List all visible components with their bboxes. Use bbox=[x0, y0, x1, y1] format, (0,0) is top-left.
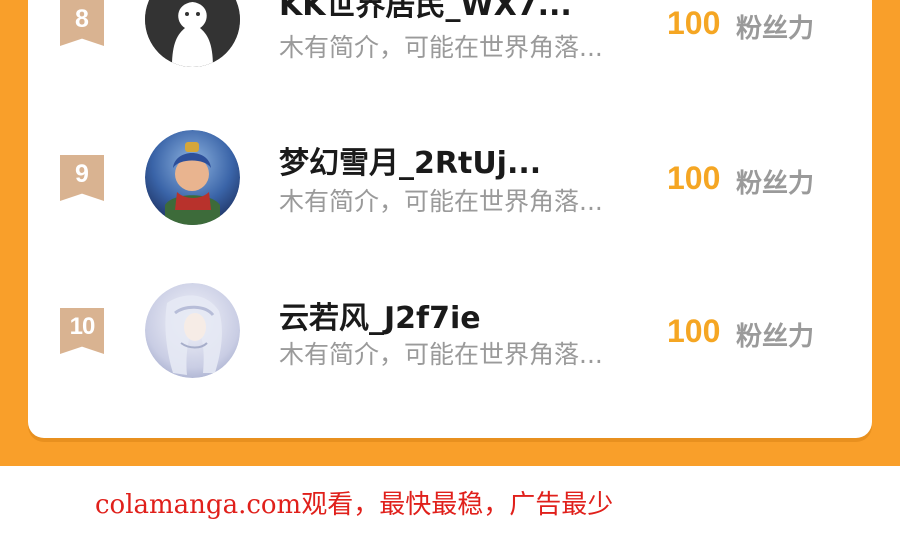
user-name[interactable]: KK世界居民_WX7... bbox=[279, 0, 572, 24]
rank-badge: 8 bbox=[60, 0, 104, 46]
ranking-card: 8 KK世界居民_WX7... 木有简介，可能在世界角落... 100 粉丝力 … bbox=[28, 0, 872, 438]
user-bio: 木有简介，可能在世界角落... bbox=[279, 340, 603, 369]
fan-score: 100 bbox=[667, 160, 721, 196]
character-avatar-icon bbox=[145, 130, 240, 225]
ranking-row-10[interactable]: 10 云若风_J2f7ie 木有简介，可能在世界角落... 100 粉丝力 bbox=[28, 283, 872, 383]
avatar[interactable] bbox=[145, 283, 240, 378]
ranking-row-8[interactable]: 8 KK世界居民_WX7... 木有简介，可能在世界角落... 100 粉丝力 bbox=[28, 0, 872, 80]
ranking-row-9[interactable]: 9 梦幻雪月_2RtUj... 木有简介，可能在世界角落... 100 粉丝力 bbox=[28, 130, 872, 230]
user-name[interactable]: 云若风_J2f7ie bbox=[279, 293, 481, 337]
fan-score-unit: 粉丝力 bbox=[736, 14, 815, 44]
user-bio: 木有简介，可能在世界角落... bbox=[279, 187, 603, 216]
anime-character-avatar-icon bbox=[145, 283, 240, 378]
rank-badge: 10 bbox=[60, 308, 104, 354]
watermark-footer-text: colamanga.com观看，最快最稳，广告最少 bbox=[95, 490, 614, 520]
fan-score: 100 bbox=[667, 313, 721, 349]
default-ghost-avatar-icon bbox=[145, 0, 240, 67]
rank-badge: 9 bbox=[60, 155, 104, 201]
fan-score: 100 bbox=[667, 5, 721, 41]
avatar[interactable] bbox=[145, 130, 240, 225]
user-name[interactable]: 梦幻雪月_2RtUj... bbox=[279, 138, 541, 182]
fan-score-unit: 粉丝力 bbox=[736, 169, 815, 199]
avatar[interactable] bbox=[145, 0, 240, 67]
fan-score-unit: 粉丝力 bbox=[736, 322, 815, 352]
user-bio: 木有简介，可能在世界角落... bbox=[279, 33, 603, 62]
